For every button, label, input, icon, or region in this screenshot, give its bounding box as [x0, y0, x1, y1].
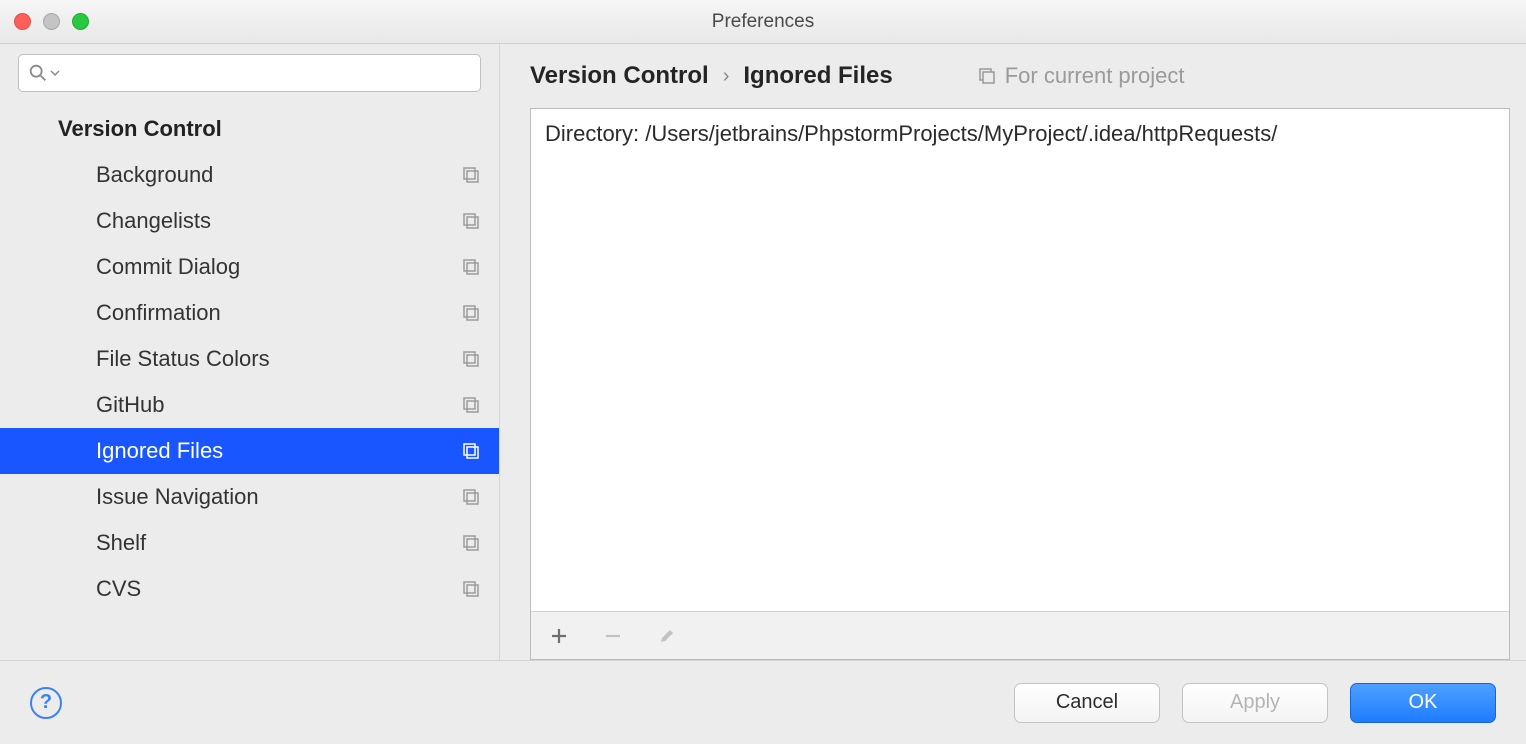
sidebar-item-label: Changelists: [96, 208, 211, 234]
list-toolbar: [531, 611, 1509, 659]
search-input-wrapper[interactable]: [18, 54, 481, 92]
add-button[interactable]: [545, 622, 573, 650]
search-icon: [27, 62, 49, 84]
project-scope-icon: [461, 395, 481, 415]
sidebar-item[interactable]: Background: [0, 152, 499, 198]
sidebar-item-label: GitHub: [96, 392, 164, 418]
sidebar-item-label: Shelf: [96, 530, 146, 556]
sidebar-item[interactable]: File Status Colors: [0, 336, 499, 382]
sidebar-item-label: File Status Colors: [96, 346, 270, 372]
list-body[interactable]: Directory: /Users/jetbrains/PhpstormProj…: [531, 109, 1509, 611]
project-scope-icon: [461, 257, 481, 277]
project-scope-icon: [461, 441, 481, 461]
sidebar-item[interactable]: GitHub: [0, 382, 499, 428]
tree-section-header[interactable]: Version Control: [0, 106, 499, 152]
list-item[interactable]: Directory: /Users/jetbrains/PhpstormProj…: [531, 109, 1509, 159]
sidebar: Version Control Background Changelists Com…: [0, 44, 500, 660]
window-title: Preferences: [0, 11, 1526, 33]
sidebar-item[interactable]: Ignored Files: [0, 428, 499, 474]
project-scope-icon: [461, 349, 481, 369]
breadcrumb-parent: Version Control: [530, 62, 709, 90]
breadcrumb-current: Ignored Files: [743, 62, 892, 90]
project-scope-icon: [461, 211, 481, 231]
ignored-files-list: Directory: /Users/jetbrains/PhpstormProj…: [530, 108, 1510, 660]
help-button[interactable]: ?: [30, 687, 62, 719]
settings-tree: Version Control Background Changelists Com…: [0, 96, 499, 612]
scope-label: For current project: [1005, 63, 1185, 89]
ok-button[interactable]: OK: [1350, 683, 1496, 723]
project-scope-icon: [461, 165, 481, 185]
pencil-icon: [657, 626, 677, 646]
sidebar-item[interactable]: CVS: [0, 566, 499, 612]
sidebar-item-label: Background: [96, 162, 213, 188]
window-controls: [14, 13, 89, 30]
project-scope-icon: [461, 303, 481, 323]
plus-icon: [549, 626, 569, 646]
chevron-right-icon: ›: [723, 65, 730, 88]
question-icon: ?: [40, 691, 52, 714]
sidebar-item-label: Ignored Files: [96, 438, 223, 464]
dialog-footer: ? Cancel Apply OK: [0, 660, 1526, 744]
sidebar-item-label: Confirmation: [96, 300, 221, 326]
main-panel: Version Control › Ignored Files For curr…: [500, 44, 1526, 660]
cancel-button[interactable]: Cancel: [1014, 683, 1160, 723]
search-input[interactable]: [65, 63, 472, 83]
close-window-button[interactable]: [14, 13, 31, 30]
titlebar: Preferences: [0, 0, 1526, 44]
maximize-window-button[interactable]: [72, 13, 89, 30]
minimize-window-button[interactable]: [43, 13, 60, 30]
minus-icon: [603, 626, 623, 646]
sidebar-item[interactable]: Issue Navigation: [0, 474, 499, 520]
edit-button[interactable]: [653, 622, 681, 650]
project-scope-icon: [461, 533, 481, 553]
sidebar-item-label: CVS: [96, 576, 141, 602]
sidebar-item[interactable]: Confirmation: [0, 290, 499, 336]
sidebar-item[interactable]: Shelf: [0, 520, 499, 566]
chevron-down-icon: [49, 67, 61, 79]
project-scope-icon: [461, 487, 481, 507]
sidebar-item[interactable]: Changelists: [0, 198, 499, 244]
scope-indicator: For current project: [977, 63, 1185, 89]
project-scope-icon: [977, 66, 997, 86]
sidebar-item[interactable]: Commit Dialog: [0, 244, 499, 290]
apply-button[interactable]: Apply: [1182, 683, 1328, 723]
project-scope-icon: [461, 579, 481, 599]
sidebar-item-label: Commit Dialog: [96, 254, 240, 280]
breadcrumb: Version Control › Ignored Files For curr…: [530, 44, 1510, 108]
sidebar-item-label: Issue Navigation: [96, 484, 259, 510]
remove-button[interactable]: [599, 622, 627, 650]
